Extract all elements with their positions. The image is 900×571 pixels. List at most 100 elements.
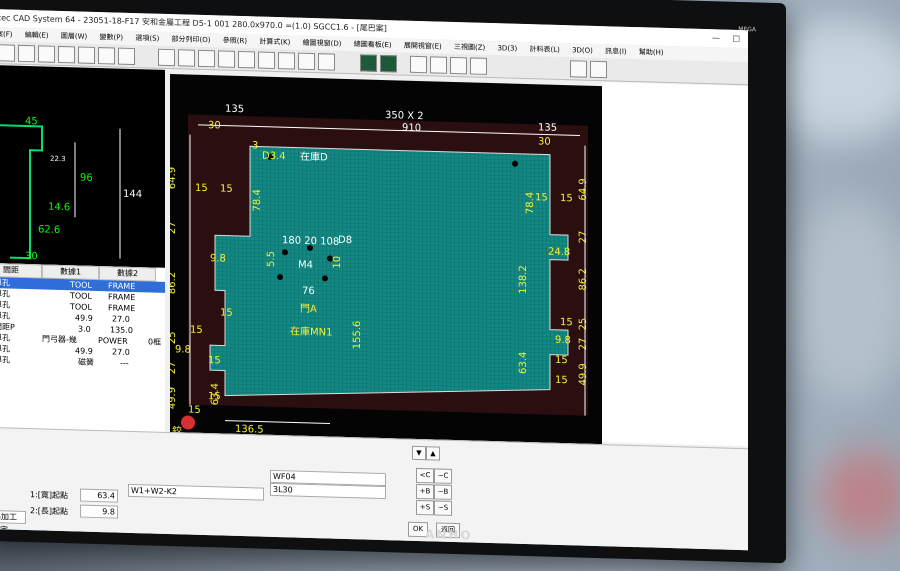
formula-field[interactable]: W1+W2-K2	[128, 483, 264, 501]
shape-tool-button[interactable]	[238, 50, 255, 69]
brand-logo: ANHO	[425, 527, 473, 543]
pad-button[interactable]: +B	[416, 483, 434, 500]
menu-item[interactable]: 計料表(L)	[529, 45, 559, 54]
menu-item[interactable]: 案(F)	[0, 30, 13, 38]
move-up-button[interactable]: ▲	[426, 446, 440, 461]
menu-item[interactable]: 展開視窗(E)	[404, 42, 442, 51]
dim-label: 155.6	[352, 320, 363, 350]
stock-label: 在庫D	[300, 151, 328, 164]
monitor: tec CAD System 64 - 23051-18-F17 安和金屬工程 …	[0, 0, 786, 564]
shape-tool-button[interactable]	[218, 50, 235, 68]
move-down-button[interactable]: ▼	[412, 445, 426, 461]
menu-item[interactable]: 訊息(I)	[605, 47, 627, 56]
view-tool-button[interactable]	[360, 54, 377, 72]
cell: 單孔	[0, 300, 10, 310]
dim-label: 15	[535, 192, 548, 204]
line-tool-button[interactable]	[430, 56, 447, 74]
line-tool-button[interactable]	[450, 56, 467, 75]
dim-label: 62.6	[38, 224, 61, 236]
point-label: 2:[長]起點	[30, 506, 69, 517]
shape-tool-button[interactable]	[58, 45, 75, 64]
screen: tec CAD System 64 - 23051-18-F17 安和金屬工程 …	[0, 8, 748, 551]
dim-label: 15	[220, 183, 233, 195]
shape-tool-button[interactable]	[38, 45, 55, 63]
shape-tool-button[interactable]	[198, 49, 215, 68]
shape-tool-button[interactable]	[178, 49, 195, 67]
shape-tool-button[interactable]	[18, 44, 35, 63]
cell: 27.0	[112, 314, 130, 324]
menu-item[interactable]: 3D(O)	[572, 46, 593, 55]
dim-label: 22.3	[50, 154, 66, 164]
dim-label: 5.5	[266, 250, 277, 268]
line-tool-button[interactable]	[410, 55, 427, 74]
door-label: 門A	[300, 303, 317, 316]
menu-item[interactable]: 選項(S)	[135, 34, 159, 43]
dim-label: 135	[538, 122, 558, 134]
text-tool-button[interactable]	[570, 60, 587, 78]
cell: 磁簧	[78, 357, 94, 367]
line-tool-button[interactable]	[470, 57, 487, 75]
dim-label: 15	[188, 404, 201, 416]
pad-button[interactable]: ~B	[434, 484, 452, 500]
cell: TOOL	[70, 280, 92, 290]
minimize-icon[interactable]: —	[712, 29, 720, 47]
text-tool-button[interactable]	[590, 60, 607, 79]
menu-item[interactable]: 編輯(E)	[25, 31, 49, 40]
properties-panel	[602, 82, 748, 447]
menu-item[interactable]: 3D(3)	[497, 44, 517, 53]
dim-label: 64.9	[170, 166, 178, 190]
shape-tool-button[interactable]	[98, 47, 115, 65]
shape-tool-button[interactable]	[298, 52, 315, 71]
dim-label: 45	[25, 116, 38, 128]
pad-button[interactable]: ~C	[434, 468, 452, 484]
dim-label: 27	[578, 230, 589, 244]
shape-tool-button[interactable]	[118, 47, 135, 66]
code-field[interactable]: 3L30	[270, 482, 386, 500]
point-value-field[interactable]: 9.8	[80, 504, 118, 519]
dim-label: 15	[560, 192, 573, 205]
shape-tool-button[interactable]	[318, 53, 335, 71]
menu-item[interactable]: 幫助(H)	[639, 48, 664, 57]
shape-tool-button[interactable]	[78, 46, 95, 64]
dim-label: 86.2	[170, 271, 178, 295]
cell: 49.9	[75, 313, 93, 323]
menu-item[interactable]: 圖層(W)	[61, 32, 87, 41]
shape-tool-button[interactable]	[278, 52, 295, 70]
hole-label: D8	[338, 234, 353, 247]
dim-label: 10	[332, 255, 343, 269]
column-header[interactable]: 間距	[0, 262, 42, 279]
cell: 間距P	[0, 322, 15, 332]
menu-item[interactable]: 部分列印(O)	[172, 35, 211, 44]
pad-button[interactable]: <C	[416, 467, 434, 484]
process-dropdown[interactable]: 關係加工	[0, 509, 26, 525]
shape-tool-button[interactable]	[0, 44, 15, 62]
dim-label: 15	[195, 182, 208, 195]
cad-canvas[interactable]: 135 350 X 2 910 135 30 30 D3.4 在庫D 3 64.…	[170, 74, 602, 445]
dim-label: 30	[25, 251, 38, 263]
background-shape	[820, 450, 900, 540]
dim-label: 49.9	[170, 386, 178, 410]
menu-item[interactable]: 計算式(K)	[259, 38, 290, 47]
cell: TOOL	[70, 291, 92, 301]
thread-label: M4	[298, 259, 313, 272]
cell: 單孔	[0, 311, 10, 321]
cell: 3.0	[78, 324, 91, 334]
dim-label: 15	[560, 316, 573, 329]
shape-tool-button[interactable]	[258, 51, 275, 69]
pad-button[interactable]: +S	[416, 499, 434, 516]
shape-tool-button[interactable]	[158, 48, 175, 67]
menu-item[interactable]: 三視圖(Z)	[454, 43, 485, 52]
menu-item[interactable]: 變數(P)	[99, 33, 123, 42]
dim-label: 78.4	[252, 189, 263, 212]
view-tool-button[interactable]	[380, 54, 397, 73]
side-value: 0框	[148, 337, 162, 347]
dim-label: 30	[208, 120, 221, 132]
menu-item[interactable]: 參照(R)	[223, 37, 247, 46]
menu-item[interactable]: 繪圖視窗(D)	[303, 39, 342, 48]
cell: ---	[120, 358, 129, 368]
point-label: 1:[寬]起點	[30, 490, 69, 501]
point-value-field[interactable]: 63.4	[80, 488, 118, 503]
cell: 49.9	[75, 346, 93, 356]
pad-button[interactable]: ~S	[434, 500, 452, 516]
menu-item[interactable]: 總圖看板(E)	[354, 40, 392, 49]
